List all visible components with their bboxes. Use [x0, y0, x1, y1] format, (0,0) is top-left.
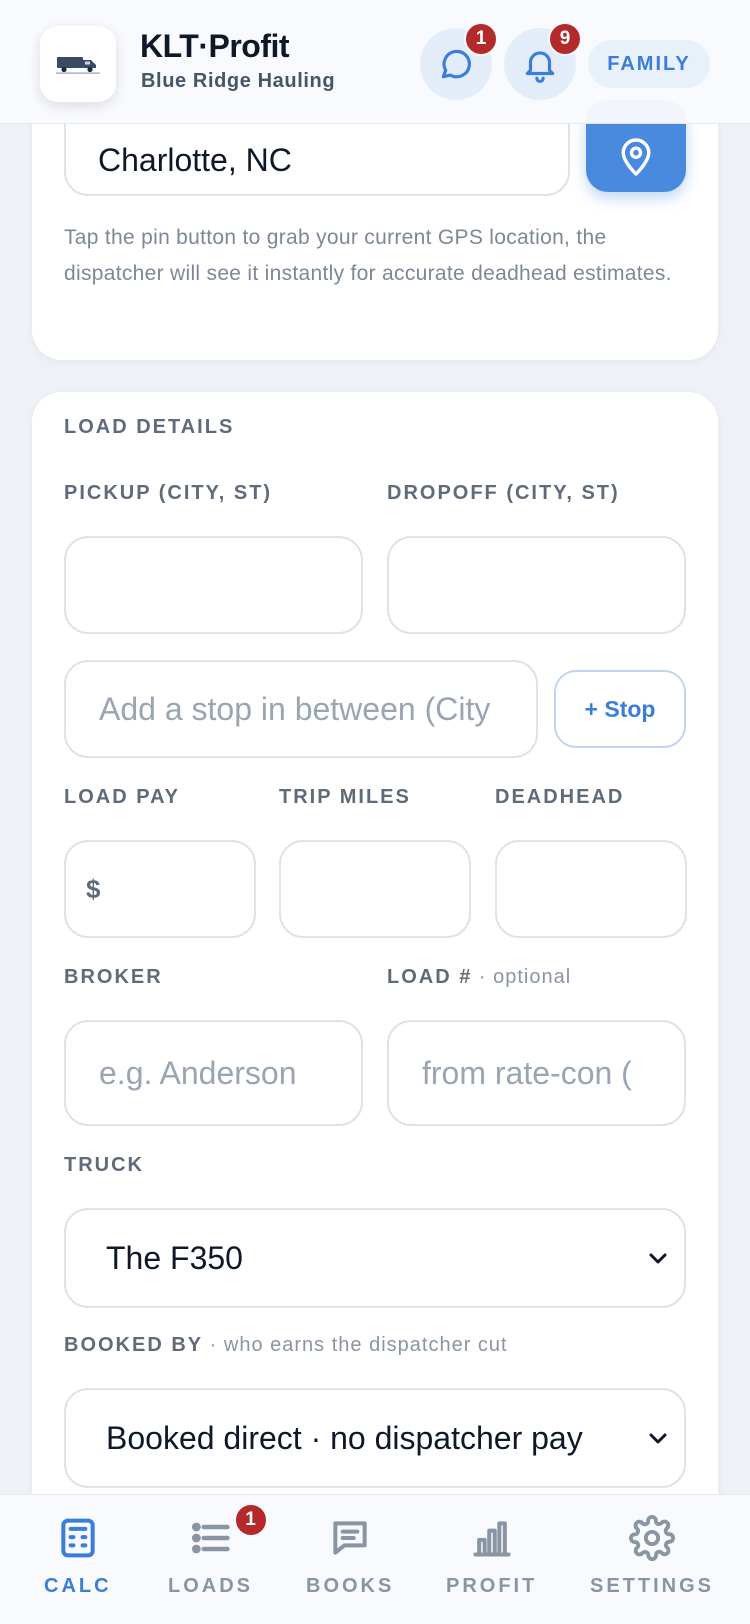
trip-miles-input[interactable] — [279, 840, 471, 938]
notifications-button[interactable]: 9 — [504, 22, 582, 100]
chevron-down-icon — [649, 1433, 667, 1444]
booked-by-select[interactable]: Booked direct · no dispatcher pay — [64, 1388, 686, 1488]
nav-profit[interactable]: PROFIT — [446, 1515, 537, 1598]
chevron-down-icon — [649, 1253, 667, 1264]
messages-button[interactable]: 1 — [420, 22, 498, 100]
load-number-input[interactable]: from rate-con ( — [387, 1020, 686, 1126]
app-logo — [40, 26, 116, 102]
nav-calc[interactable]: CALC — [44, 1515, 112, 1598]
deadhead-input[interactable] — [495, 840, 687, 938]
family-button[interactable]: FAMILY — [588, 40, 710, 88]
app-header: KLT·Profit Blue Ridge Hauling 1 9 FAMILY — [0, 0, 750, 124]
truck-logo-icon — [56, 57, 100, 74]
booked-by-label: BOOKED BY · who earns the dispatcher cut — [64, 1334, 508, 1357]
trip-miles-label: TRIP MILES — [279, 786, 411, 808]
broker-label: BROKER — [64, 966, 163, 988]
app-title: KLT·Profit — [140, 28, 290, 64]
messages-badge: 1 — [464, 22, 498, 56]
add-stop-input[interactable]: Add a stop in between (City — [64, 660, 538, 758]
nav-label-settings: SETTINGS — [590, 1575, 715, 1597]
notifications-badge: 9 — [548, 22, 582, 56]
nav-loads[interactable]: 1 LOADS — [168, 1503, 268, 1598]
bar-chart-icon — [473, 1521, 511, 1557]
pickup-label: PICKUP (CITY, ST) — [64, 482, 273, 504]
optional-note: · optional — [472, 966, 572, 988]
loads-badge: 1 — [233, 1503, 268, 1537]
bottom-nav: CALC 1 LOADS BOOKS PROFIT SETTINGS — [0, 1494, 750, 1624]
load-pay-input[interactable]: $ — [64, 840, 256, 938]
nav-settings[interactable]: SETTINGS — [590, 1515, 714, 1598]
gear-icon — [629, 1515, 675, 1561]
nav-books[interactable]: BOOKS — [306, 1515, 394, 1598]
nav-label-profit: PROFIT — [446, 1575, 538, 1597]
nav-label-loads: LOADS — [168, 1575, 253, 1597]
booked-by-note: · who earns the dispatcher cut — [203, 1334, 508, 1356]
dropoff-input[interactable] — [387, 536, 686, 634]
list-icon — [191, 1522, 230, 1554]
load-pay-label: LOAD PAY — [64, 786, 181, 808]
nav-label-calc: CALC — [44, 1575, 112, 1597]
map-pin-icon — [621, 138, 651, 176]
section-title: LOAD DETAILS — [64, 416, 235, 438]
truck-select[interactable]: The F350 — [64, 1208, 686, 1308]
nav-label-books: BOOKS — [306, 1575, 395, 1597]
broker-input[interactable]: e.g. Anderson — [64, 1020, 363, 1126]
booked-by-label-text: BOOKED BY — [64, 1334, 204, 1356]
load-number-label: LOAD # · optional — [387, 966, 571, 989]
gps-hint-text: Tap the pin button to grab your current … — [64, 226, 672, 285]
truck-label: TRUCK — [64, 1154, 144, 1176]
load-details-card: LOAD DETAILS PICKUP (CITY, ST) DROPOFF (… — [32, 392, 718, 1624]
truck-select-value: The F350 — [106, 1239, 243, 1276]
company-name: Blue Ridge Hauling — [141, 70, 336, 92]
booked-by-select-value: Booked direct · no dispatcher pay — [106, 1419, 583, 1456]
dollar-prefix: $ — [86, 873, 101, 904]
message-square-icon — [333, 1521, 367, 1555]
add-stop-button[interactable]: + Stop — [554, 670, 686, 748]
dropoff-label: DROPOFF (CITY, ST) — [387, 482, 620, 504]
deadhead-label: DEADHEAD — [495, 786, 625, 808]
calculator-icon — [61, 1518, 95, 1558]
load-number-label-text: LOAD # — [387, 966, 473, 988]
pickup-input[interactable] — [64, 536, 363, 634]
